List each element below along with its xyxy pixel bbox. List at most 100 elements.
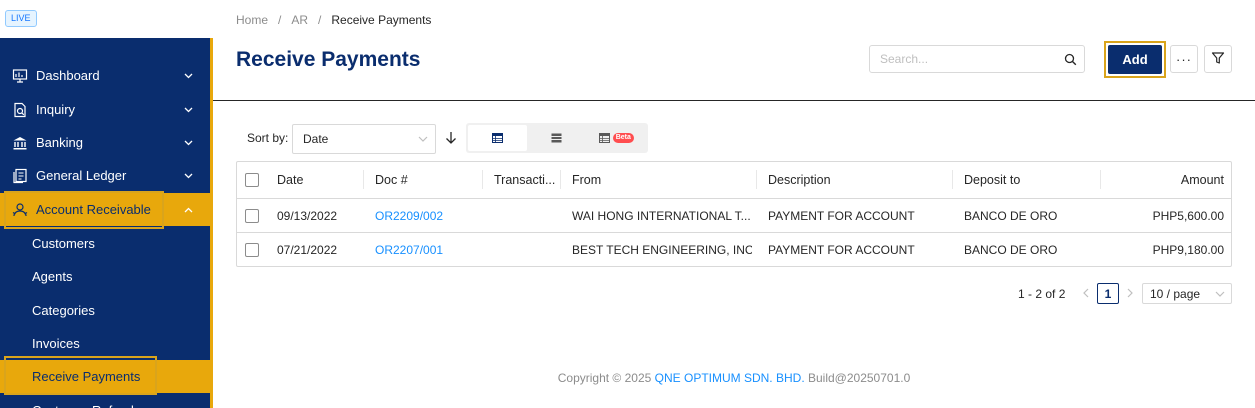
sidebar-item-general-ledger[interactable]: General Ledger <box>0 159 210 192</box>
sidebar-item-banking[interactable]: Banking <box>0 126 210 159</box>
main-content: Home / AR / Receive Payments Receive Pay… <box>213 0 1255 408</box>
view-mode-toggle: Beta <box>466 123 648 153</box>
breadcrumb-separator: / <box>318 13 322 27</box>
pagination-page-1[interactable]: 1 <box>1097 283 1119 304</box>
column-header-description[interactable]: Description <box>768 162 831 197</box>
sidebar-item-label: Banking <box>36 135 83 150</box>
add-button-highlight: Add <box>1104 41 1166 78</box>
arrow-down-icon <box>445 131 457 148</box>
sidebar-item-account-receivable[interactable]: Account Receivable <box>0 193 210 226</box>
row-select-cell <box>245 233 259 267</box>
chevron-right-icon <box>1127 288 1133 301</box>
footer-copyright: Copyright © 2025 <box>557 371 652 385</box>
environment-badge: LIVE <box>5 10 37 27</box>
search-input[interactable] <box>880 52 1056 66</box>
sidebar-header: LIVE <box>0 0 213 38</box>
table-row[interactable]: 09/13/2022 OR2209/002 WAI HONG INTERNATI… <box>237 198 1231 233</box>
cell-deposit-to: BANCO DE ORO <box>964 243 1058 257</box>
view-table-button[interactable] <box>468 125 528 151</box>
grid-view-icon <box>598 131 610 146</box>
sidebar-subitem-categories[interactable]: Categories <box>0 294 210 327</box>
table-header-row: Date Doc # Transacti... From Description… <box>237 162 1231 197</box>
table-row[interactable]: 07/21/2022 OR2207/001 BEST TECH ENGINEER… <box>237 232 1231 267</box>
sidebar-item-inquiry[interactable]: Inquiry <box>0 93 210 126</box>
chevron-down-icon <box>182 173 194 179</box>
search-icon[interactable] <box>1056 53 1084 66</box>
view-list-button[interactable] <box>527 125 586 151</box>
sidebar-item-label: General Ledger <box>36 168 127 183</box>
more-options-button[interactable]: ··· <box>1170 45 1198 73</box>
chevron-down-icon <box>182 73 194 79</box>
cell-description: PAYMENT FOR ACCOUNT <box>768 243 915 257</box>
breadcrumb-separator: / <box>278 13 282 27</box>
page-title: Receive Payments <box>236 48 421 71</box>
column-header-from[interactable]: From <box>572 162 601 197</box>
bank-icon <box>11 134 29 152</box>
sidebar-subitem-customer-refunds[interactable]: Customer Refunds <box>0 394 210 408</box>
cell-from: BEST TECH ENGINEERING, INC <box>572 243 752 257</box>
column-separator <box>952 170 953 189</box>
column-header-amount[interactable]: Amount <box>1112 162 1224 197</box>
sidebar: LIVE Dashboard Inquiry Banking General L… <box>0 0 213 408</box>
cell-doc-link[interactable]: OR2207/001 <box>375 233 443 267</box>
row-checkbox[interactable] <box>245 243 259 257</box>
footer-company-link[interactable]: QNE OPTIMUM SDN. BHD. <box>655 371 805 385</box>
payments-table: Date Doc # Transacti... From Description… <box>236 161 1232 267</box>
row-select-cell <box>245 199 259 233</box>
beta-badge: Beta <box>612 133 634 143</box>
inquiry-icon <box>11 101 29 119</box>
chevron-down-icon <box>411 136 435 142</box>
column-header-date[interactable]: Date <box>277 162 303 197</box>
cell-amount: PHP9,180.00 <box>1152 243 1224 257</box>
sidebar-subitem-customers[interactable]: Customers <box>0 227 210 260</box>
filter-button[interactable] <box>1204 45 1232 73</box>
select-all-cell <box>245 162 259 197</box>
dashboard-icon <box>11 67 29 85</box>
sidebar-item-label: Account Receivable <box>36 202 151 217</box>
cell-description: PAYMENT FOR ACCOUNT <box>768 209 915 223</box>
cell-date: 07/21/2022 <box>277 243 338 257</box>
page-size-value: 10 / page <box>1150 286 1201 301</box>
cell-deposit-to: BANCO DE ORO <box>964 209 1058 223</box>
breadcrumb-home[interactable]: Home <box>236 13 268 27</box>
sort-direction-button[interactable] <box>441 129 461 149</box>
sidebar-subitem-invoices[interactable]: Invoices <box>0 327 210 360</box>
sidebar-subitem-agents[interactable]: Agents <box>0 260 210 293</box>
sidebar-item-label: Dashboard <box>36 68 100 83</box>
chevron-up-icon <box>182 207 194 213</box>
view-beta-button[interactable]: Beta <box>587 125 646 151</box>
pagination-next-button[interactable] <box>1123 285 1137 303</box>
sidebar-menu: Dashboard Inquiry Banking General Ledger… <box>0 38 210 408</box>
column-separator <box>363 170 364 189</box>
sidebar-item-label: Inquiry <box>36 102 76 117</box>
column-separator <box>560 170 561 189</box>
select-all-checkbox[interactable] <box>245 172 259 187</box>
header-divider <box>213 100 1255 101</box>
column-separator <box>1100 170 1101 189</box>
sort-label: Sort by: <box>247 131 289 145</box>
breadcrumb-current: Receive Payments <box>331 13 432 27</box>
row-checkbox[interactable] <box>245 209 259 223</box>
column-header-deposit-to[interactable]: Deposit to <box>964 162 1020 197</box>
pagination-prev-button[interactable] <box>1079 285 1093 303</box>
column-header-doc[interactable]: Doc # <box>375 162 408 197</box>
sidebar-subitem-receive-payments[interactable]: Receive Payments <box>0 360 210 393</box>
column-header-transaction[interactable]: Transacti... <box>494 162 556 197</box>
cell-doc-link[interactable]: OR2209/002 <box>375 199 443 233</box>
sort-select[interactable]: Date <box>292 124 436 154</box>
sidebar-item-dashboard[interactable]: Dashboard <box>0 59 210 92</box>
sort-select-value: Date <box>303 132 329 146</box>
search-box <box>869 45 1085 73</box>
breadcrumb: Home / AR / Receive Payments <box>236 13 431 27</box>
page-size-select[interactable]: 10 / page <box>1142 283 1232 304</box>
breadcrumb-ar[interactable]: AR <box>291 13 308 27</box>
chevron-down-icon <box>1215 289 1225 299</box>
list-view-icon <box>551 131 562 146</box>
footer: Copyright © 2025 QNE OPTIMUM SDN. BHD. B… <box>213 371 1255 385</box>
table-view-icon <box>492 131 504 146</box>
filter-icon <box>1211 51 1225 68</box>
cell-from: WAI HONG INTERNATIONAL T... <box>572 209 751 223</box>
cell-date: 09/13/2022 <box>277 209 338 223</box>
add-button[interactable]: Add <box>1108 45 1162 74</box>
account-receivable-icon <box>11 201 29 219</box>
